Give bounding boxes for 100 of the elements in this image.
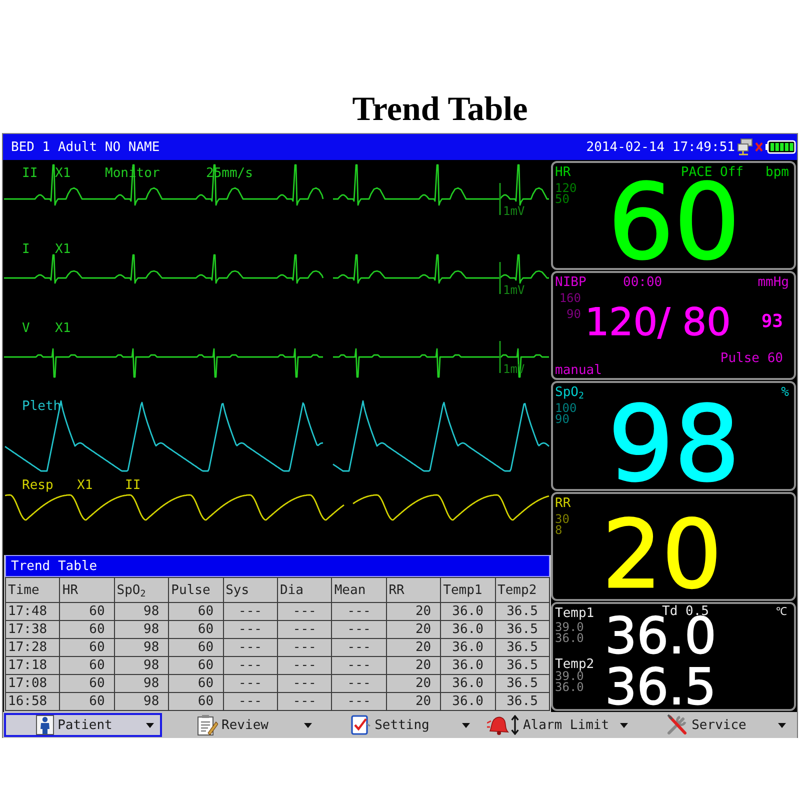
table-cell: 20 — [386, 638, 441, 656]
measure-mode: manual — [555, 365, 602, 378]
parameter-value: 36.5 — [605, 667, 716, 708]
table-title: Trend Table — [5, 555, 550, 577]
table-cell: --- — [332, 656, 386, 674]
table-cell: 36.0 — [440, 620, 496, 638]
table-cell: 60 — [168, 638, 224, 656]
waveform-label: X1 — [55, 242, 71, 257]
alarm-limit: 50 — [555, 194, 570, 205]
table-cell: 17:48 — [6, 602, 60, 620]
table-cell: 36.5 — [495, 656, 550, 674]
table-cell: 36.5 — [495, 602, 550, 620]
table-cell: 36.5 — [495, 620, 550, 638]
table-cell: --- — [332, 638, 386, 656]
table-cell: 60 — [60, 638, 114, 656]
parameter-unit: mmHg — [758, 275, 789, 290]
column-header: Sys — [223, 578, 278, 602]
table-cell: 60 — [60, 692, 114, 710]
caret-icon — [146, 722, 154, 728]
table-cell: 98 — [114, 638, 169, 656]
table-cell: 98 — [114, 602, 169, 620]
parameter-unit: % — [781, 385, 789, 400]
alarm-limit: 90 — [555, 414, 570, 426]
patient-info: BED 1 Adult NO NAME — [11, 140, 160, 154]
table-cell: 36.0 — [440, 602, 496, 620]
waveform-label: Resp — [22, 478, 54, 493]
alarm-limit: 8 — [555, 524, 562, 536]
table-cell: 17:28 — [6, 638, 60, 656]
waveform-label: X1 — [55, 166, 71, 181]
table-cell: 60 — [168, 602, 224, 620]
waveform-label: V — [22, 321, 30, 336]
column-header: Pulse — [168, 578, 224, 602]
table-cell: 60 — [168, 656, 224, 674]
menu-button[interactable]: Service — [636, 713, 794, 737]
caret-icon — [778, 722, 786, 728]
table-cell: --- — [223, 692, 278, 710]
table-cell: 36.5 — [495, 674, 550, 692]
waveform-label: I — [22, 242, 30, 257]
table-cell: --- — [223, 602, 278, 620]
cross-icon — [755, 142, 763, 152]
table-cell: 98 — [114, 692, 169, 710]
table-cell: --- — [332, 674, 386, 692]
waveform-label: X1 — [55, 321, 71, 336]
parameter-label: HR — [555, 165, 571, 180]
table-cell: 36.0 — [440, 638, 496, 656]
table-cell: 36.5 — [495, 638, 550, 656]
mean-pressure: 93 — [761, 312, 783, 332]
parameter-label: RR — [555, 496, 571, 511]
parameter-value: 36.0 — [605, 616, 716, 657]
table-cell: --- — [277, 674, 332, 692]
parameter-label: NIBP — [555, 275, 588, 290]
column-header: Mean — [332, 578, 386, 602]
scale-label: 1mV — [503, 283, 525, 297]
parameter-value: 60 — [608, 180, 740, 266]
network-icon — [737, 138, 753, 156]
menu-button[interactable]: Alarm Limit — [478, 713, 636, 737]
table-cell: --- — [223, 674, 278, 692]
menu-button[interactable]: Patient — [4, 713, 162, 737]
waveform-label: X1 — [77, 478, 93, 493]
waveform-label: II — [125, 478, 141, 493]
date-time: 2014-02-14 17:49:51 — [586, 140, 735, 154]
column-header: SpO$_{2}$ — [114, 578, 169, 602]
table-cell: 60 — [60, 656, 114, 674]
table-cell: --- — [332, 620, 386, 638]
parameter-value: 98 — [608, 402, 740, 488]
column-header: RR — [386, 578, 441, 602]
column-header: Temp2 — [495, 578, 550, 602]
bell-icon — [486, 715, 509, 735]
waveform-label: II — [22, 166, 38, 181]
table-cell: 60 — [60, 602, 114, 620]
measure-time: 00:00 — [623, 275, 662, 290]
parameter-label: SpO$_{2}$ — [555, 385, 584, 400]
table-cell: 98 — [114, 620, 169, 638]
up-down-arrow-icon — [510, 715, 519, 735]
parameter-value: 120/ 80 — [585, 303, 731, 342]
menu-button[interactable]: Setting — [320, 713, 478, 737]
page-title: Trend Table — [352, 93, 528, 127]
table-cell: --- — [277, 638, 332, 656]
table-cell: --- — [332, 692, 386, 710]
table-cell: --- — [277, 656, 332, 674]
table-cell: --- — [223, 656, 278, 674]
alarm-limit: 160 — [559, 290, 581, 306]
column-header: HR — [60, 578, 114, 602]
table-cell: --- — [277, 692, 332, 710]
table-cell: 60 — [60, 674, 114, 692]
alarm-limit: 100 — [555, 403, 577, 414]
table-cell: 36.0 — [440, 656, 496, 674]
alarm-limit: 39.0 — [555, 622, 584, 633]
caret-icon — [462, 722, 470, 728]
parameter-label: Temp2 — [555, 658, 594, 672]
alarm-limit: 36.0 — [555, 632, 585, 644]
table-cell: --- — [223, 638, 278, 656]
table-cell: 60 — [60, 620, 114, 638]
table-cell: 98 — [114, 674, 169, 692]
menu-button[interactable]: Review — [162, 713, 320, 737]
table-cell: 17:38 — [6, 620, 60, 638]
alarm-limit: 36.0 — [555, 682, 585, 693]
table-cell: --- — [277, 620, 332, 638]
table-cell: 36.5 — [495, 692, 550, 710]
table-cell: 20 — [386, 602, 441, 620]
